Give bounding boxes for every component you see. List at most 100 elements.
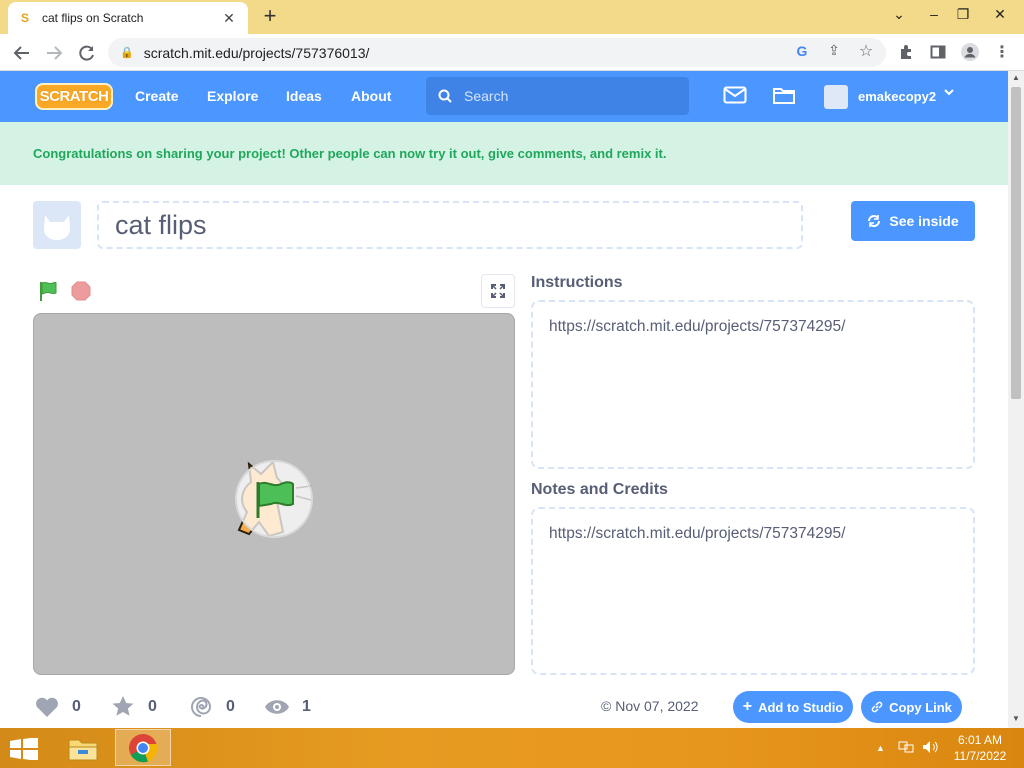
- forward-arrow-icon: [47, 46, 63, 60]
- forward-button[interactable]: [41, 40, 67, 66]
- notes-text: https://scratch.mit.edu/projects/7573742…: [549, 525, 846, 542]
- stop-button[interactable]: [71, 281, 91, 301]
- notes-textarea[interactable]: https://scratch.mit.edu/projects/7573742…: [531, 507, 975, 675]
- add-to-studio-button[interactable]: + Add to Studio: [733, 691, 853, 723]
- share-date-text: Nov 07, 2022: [615, 698, 699, 714]
- scratch-logo[interactable]: SCRATCH: [35, 83, 113, 110]
- reload-button[interactable]: [74, 40, 100, 66]
- scroll-down-arrow-icon[interactable]: ▼: [1008, 714, 1024, 726]
- file-explorer-icon: [68, 739, 98, 760]
- nav-ideas[interactable]: Ideas: [286, 88, 322, 104]
- google-icon[interactable]: G: [792, 43, 812, 59]
- scratch-navbar: SCRATCH Create Explore Ideas About Searc…: [0, 71, 1008, 122]
- reload-icon: [79, 45, 94, 61]
- link-icon: [871, 701, 883, 713]
- view-stat: 1: [264, 694, 311, 720]
- green-flag-icon: [40, 281, 57, 301]
- favorite-stat[interactable]: 0: [110, 694, 157, 720]
- see-inside-label: See inside: [889, 213, 959, 229]
- cat-avatar-icon: [44, 215, 70, 240]
- lock-icon: 🔒: [120, 47, 134, 59]
- add-to-studio-label: Add to Studio: [758, 699, 844, 715]
- system-clock[interactable]: 6:01 AM 11/7/2022: [950, 732, 1010, 764]
- plus-icon: +: [742, 698, 753, 715]
- star-icon: [110, 694, 136, 720]
- love-stat[interactable]: 0: [34, 694, 81, 720]
- messages-icon[interactable]: [723, 85, 747, 110]
- close-tab-icon[interactable]: ✕: [220, 10, 238, 27]
- close-window-button[interactable]: ✕: [980, 0, 1020, 28]
- page-scrollbar[interactable]: ▲ ▼: [1008, 71, 1024, 728]
- kebab-menu-icon[interactable]: ⋮: [992, 42, 1012, 62]
- scroll-thumb[interactable]: [1011, 87, 1021, 399]
- heart-icon: [34, 694, 60, 720]
- cat-sprite-with-start-flag: [235, 460, 313, 538]
- file-explorer-taskbar-item[interactable]: [55, 729, 111, 766]
- project-stage[interactable]: [33, 313, 515, 675]
- instructions-heading: Instructions: [531, 274, 623, 291]
- scratch-favicon-icon: S: [20, 11, 29, 25]
- chrome-icon: [129, 733, 158, 762]
- green-flag-button[interactable]: [38, 280, 60, 302]
- stop-sign-icon: [71, 281, 91, 301]
- clock-date: 11/7/2022: [953, 749, 1007, 763]
- url-text: scratch.mit.edu/projects/757376013/: [143, 44, 370, 61]
- extensions-icon[interactable]: [896, 42, 916, 62]
- chrome-taskbar-item[interactable]: [115, 729, 171, 766]
- instructions-text: https://scratch.mit.edu/projects/7573742…: [549, 318, 846, 335]
- windows-start-button[interactable]: [10, 737, 38, 761]
- share-icon[interactable]: ⇪: [824, 42, 844, 59]
- nav-about[interactable]: About: [351, 88, 391, 104]
- share-date: © Nov 07, 2022: [601, 698, 699, 714]
- favorite-count: 0: [148, 698, 157, 715]
- browser-tab-strip: S cat flips on Scratch ✕ + ⌄ – ❐ ✕: [0, 0, 1024, 34]
- remix-spiral-icon: [188, 694, 214, 720]
- copyright-icon: ©: [601, 698, 612, 714]
- browser-tab[interactable]: S cat flips on Scratch ✕: [8, 2, 248, 34]
- show-hidden-icons-icon[interactable]: ▲: [876, 743, 885, 753]
- new-tab-button[interactable]: +: [258, 5, 282, 29]
- view-count: 1: [302, 698, 311, 715]
- windows-taskbar: ▲ 6:01 AM 11/7/2022: [0, 728, 1024, 768]
- clock-time: 6:01 AM: [957, 733, 1003, 747]
- search-placeholder: Search: [464, 88, 509, 104]
- remix-count: 0: [226, 698, 235, 715]
- side-panel-icon[interactable]: [928, 42, 948, 62]
- notes-heading: Notes and Credits: [531, 481, 668, 498]
- minimize-button[interactable]: –: [918, 0, 950, 28]
- bookmark-star-icon[interactable]: ☆: [856, 41, 876, 61]
- project-author-avatar[interactable]: [33, 201, 81, 249]
- back-arrow-icon: [13, 46, 29, 60]
- remix-stat: 0: [188, 694, 235, 720]
- see-inside-button[interactable]: See inside: [851, 201, 975, 241]
- nav-create[interactable]: Create: [135, 88, 179, 104]
- project-title-input[interactable]: cat flips: [97, 201, 803, 249]
- chevron-down-icon[interactable]: [943, 86, 955, 101]
- fullscreen-icon: [491, 284, 505, 298]
- my-stuff-folder-icon[interactable]: [772, 85, 796, 110]
- windows-logo-icon: [10, 737, 38, 761]
- username-label[interactable]: emakecopy2: [858, 89, 936, 104]
- volume-icon[interactable]: [922, 740, 938, 757]
- share-success-banner: Congratulations on sharing your project!…: [0, 122, 1008, 185]
- nav-explore[interactable]: Explore: [207, 88, 258, 104]
- copy-link-button[interactable]: Copy Link: [861, 691, 962, 723]
- fullscreen-button[interactable]: [481, 274, 515, 308]
- banner-message: Congratulations on sharing your project!…: [33, 146, 667, 161]
- back-button[interactable]: [9, 40, 35, 66]
- tab-search-dropdown-icon[interactable]: ⌄: [886, 0, 912, 28]
- search-icon: [438, 89, 452, 103]
- love-count: 0: [72, 698, 81, 715]
- address-bar[interactable]: 🔒 scratch.mit.edu/projects/757376013/: [108, 38, 886, 67]
- copy-link-label: Copy Link: [889, 699, 952, 715]
- user-avatar[interactable]: [824, 85, 848, 109]
- network-icon[interactable]: [898, 740, 914, 757]
- tab-title: cat flips on Scratch: [42, 11, 144, 25]
- profile-icon[interactable]: [960, 42, 980, 62]
- restore-button[interactable]: ❐: [950, 0, 976, 28]
- scroll-up-arrow-icon[interactable]: ▲: [1008, 73, 1024, 85]
- instructions-textarea[interactable]: https://scratch.mit.edu/projects/7573742…: [531, 300, 975, 469]
- search-input[interactable]: Search: [426, 77, 689, 115]
- eye-icon: [264, 694, 290, 720]
- remix-arrows-icon: [868, 215, 881, 227]
